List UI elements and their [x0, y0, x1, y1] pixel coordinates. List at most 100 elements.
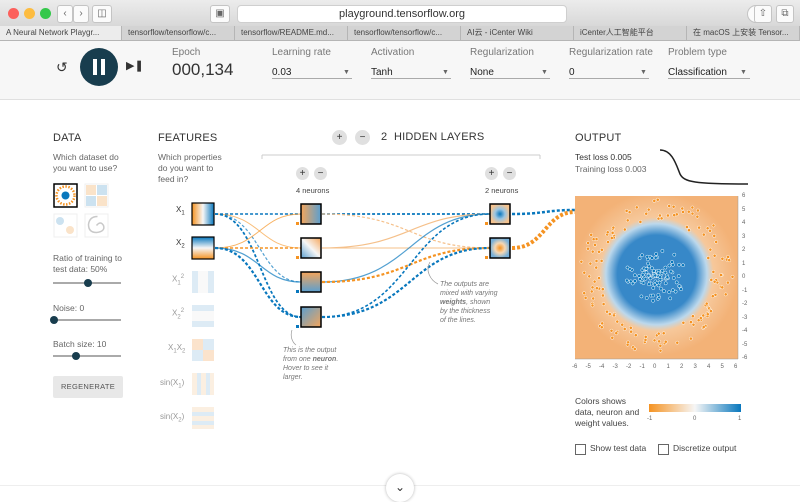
x-tick-label: 0: [653, 364, 657, 370]
data-point: [708, 228, 712, 233]
data-point: [639, 294, 644, 299]
data-point: [589, 232, 594, 237]
data-point: [677, 262, 681, 267]
data-point: [601, 302, 606, 306]
data-point: [583, 296, 588, 300]
data-point: [643, 335, 648, 339]
data-point: [654, 252, 658, 256]
data-point: [641, 281, 646, 285]
data-point: [646, 273, 651, 278]
data-point: [673, 289, 678, 294]
data-point: [663, 265, 668, 270]
add-neuron-layer2-button[interactable]: +: [485, 167, 498, 180]
show-test-data-checkbox[interactable]: [575, 444, 586, 455]
data-point: [674, 280, 679, 285]
data-point: [622, 327, 627, 331]
data-point: [609, 328, 614, 333]
data-point: [663, 339, 668, 344]
neuron-layer1-1[interactable]: [300, 203, 322, 225]
feature-sin-x1[interactable]: [192, 373, 214, 395]
data-point: [656, 293, 661, 297]
x-tick-label: -1: [639, 364, 645, 370]
remove-neuron-layer2-button[interactable]: −: [503, 167, 516, 180]
data-point: [696, 208, 700, 213]
data-point: [589, 289, 594, 294]
data-point: [666, 213, 670, 218]
data-point: [651, 293, 655, 298]
data-point: [689, 336, 693, 341]
data-point: [610, 231, 615, 235]
data-point: [637, 274, 642, 278]
data-point: [730, 274, 735, 279]
data-point: [592, 279, 597, 284]
data-point: [705, 312, 710, 317]
data-point: [672, 252, 677, 257]
data-point: [710, 294, 715, 299]
data-point: [712, 253, 717, 258]
layers-count: 2: [381, 131, 388, 143]
discretize-output-checkbox[interactable]: [658, 444, 669, 455]
note-weights: The outputs are mixed with varying weigh…: [440, 281, 498, 324]
data-point: [653, 273, 658, 278]
neuron-layer2-2[interactable]: [489, 237, 511, 259]
data-point: [671, 204, 676, 209]
add-neuron-layer1-button[interactable]: +: [296, 167, 309, 180]
data-point: [675, 340, 680, 345]
data-point: [655, 197, 660, 202]
data-point: [656, 216, 661, 221]
data-point: [625, 265, 630, 270]
data-point: [633, 279, 637, 283]
data-point: [650, 256, 654, 260]
neuron-layer2-1[interactable]: [489, 203, 511, 225]
data-point: [629, 329, 633, 334]
data-point: [719, 273, 723, 277]
y-tick-label: 6: [742, 193, 746, 199]
data-point: [582, 291, 587, 296]
data-point: [687, 228, 691, 233]
y-tick-label: 3: [742, 233, 746, 240]
data-point: [644, 266, 649, 271]
data-point: [676, 274, 681, 278]
data-point: [652, 199, 657, 203]
data-point: [651, 298, 655, 303]
remove-neuron-layer1-button[interactable]: −: [314, 167, 327, 180]
data-point: [633, 333, 638, 338]
data-point: [685, 225, 689, 229]
y-tick-label: -1: [742, 287, 748, 294]
data-point: [622, 227, 627, 232]
data-point: [632, 347, 637, 351]
y-tick-label: -2: [742, 301, 748, 307]
data-point: [594, 259, 599, 263]
x-tick-label: 5: [720, 364, 724, 370]
data-point: [590, 249, 595, 254]
data-point: [706, 256, 711, 260]
legend-max: 1: [738, 416, 742, 422]
y-tick-label: -3: [742, 314, 748, 321]
data-point: [695, 214, 700, 219]
weights-layer2-output: [511, 208, 576, 250]
show-test-data-label: Show test data: [590, 443, 647, 453]
feature-x1[interactable]: [191, 202, 215, 226]
feature-x2[interactable]: [191, 236, 215, 260]
neuron-layer1-2[interactable]: [300, 237, 322, 259]
data-point: [704, 301, 709, 306]
data-point: [656, 331, 661, 336]
network-diagram: [191, 149, 749, 429]
data-point: [588, 261, 593, 266]
legend-caption: Colors shows data, neuron and weight val…: [575, 396, 640, 428]
remove-layer-button[interactable]: −: [355, 130, 370, 145]
data-point: [660, 249, 665, 253]
add-layer-button[interactable]: +: [332, 130, 347, 145]
data-point: [681, 320, 686, 325]
neuron-layer1-4[interactable]: [300, 306, 322, 328]
data-point: [601, 293, 605, 298]
data-point: [590, 303, 595, 308]
scroll-down-button[interactable]: ⌄: [386, 474, 414, 502]
data-point: [644, 296, 649, 300]
data-point: [681, 263, 685, 268]
data-point: [652, 338, 657, 343]
data-point: [652, 282, 657, 287]
feature-sin-x2[interactable]: [192, 407, 214, 429]
neuron-layer1-3[interactable]: [300, 271, 322, 293]
data-point: [686, 209, 691, 214]
